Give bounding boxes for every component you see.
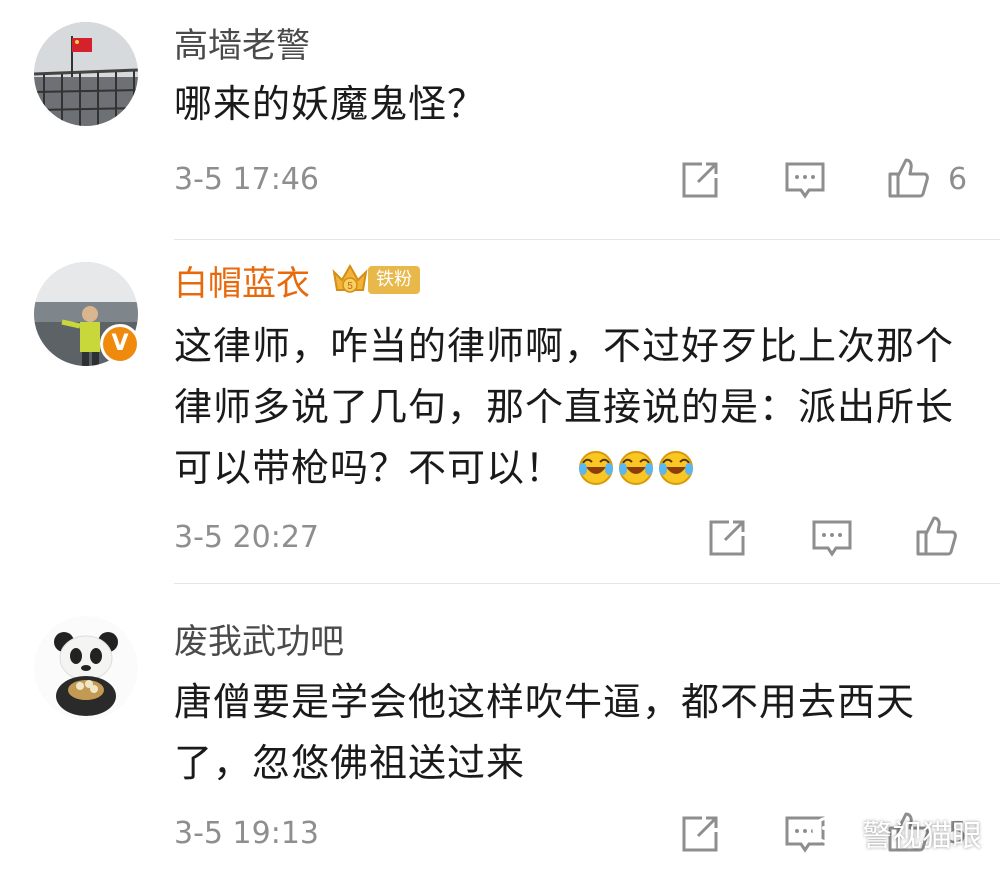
comment-icon[interactable] — [810, 516, 854, 560]
repost-icon[interactable] — [678, 158, 722, 202]
laugh-cry-emoji-icon — [619, 451, 654, 485]
like-icon[interactable] — [886, 156, 930, 200]
watermark: 警视猫眼 — [812, 813, 982, 854]
repost-icon[interactable] — [678, 812, 722, 856]
comment-text: 这律师，咋当的律师啊，不过好歹比上次那个律师多说了几句，那个直接说的是：派出所长… — [174, 316, 974, 499]
laugh-cry-emoji-icon — [579, 451, 614, 485]
wall-flag-avatar-icon — [34, 22, 138, 126]
panda-avatar-icon — [34, 616, 138, 720]
repost-icon[interactable] — [705, 516, 749, 560]
username[interactable]: 高墙老警 — [174, 26, 310, 66]
username[interactable]: 白帽蓝衣 — [174, 264, 310, 304]
comment-item: V 白帽蓝衣 5 铁粉 这律师，咋当的律师啊，不过好歹比上次那个律师多说了几句，… — [0, 240, 1000, 584]
avatar[interactable] — [34, 22, 138, 126]
comment-item: 高墙老警 哪来的妖魔鬼怪？ 3-5 17:46 6 — [0, 0, 1000, 240]
comment-text: 唐僧要是学会他这样吹牛逼，都不用去西天了，忽悠佛祖送过来 — [174, 680, 916, 785]
comment-text-content: 这律师，咋当的律师啊，不过好歹比上次那个律师多说了几句，那个直接说的是：派出所长… — [174, 324, 955, 490]
comment-text: 哪来的妖魔鬼怪？ — [174, 82, 487, 126]
wechat-icon — [812, 816, 856, 849]
comment-icon[interactable] — [783, 158, 827, 202]
avatar[interactable] — [34, 616, 138, 720]
crown-icon: 5 — [332, 263, 368, 293]
username[interactable]: 废我武功吧 — [174, 622, 344, 662]
like-icon[interactable] — [914, 514, 958, 558]
laugh-cry-emoji-icon — [659, 451, 694, 485]
fan-badge: 铁粉 — [368, 266, 420, 294]
svg-text:5: 5 — [347, 281, 353, 292]
verified-badge: V — [100, 324, 140, 364]
like-count: 6 — [948, 162, 968, 197]
comment-time: 3-5 17:46 — [174, 162, 319, 197]
comment-time: 3-5 19:13 — [174, 816, 319, 851]
watermark-text: 警视猫眼 — [862, 819, 982, 854]
comment-time: 3-5 20:27 — [174, 520, 319, 555]
